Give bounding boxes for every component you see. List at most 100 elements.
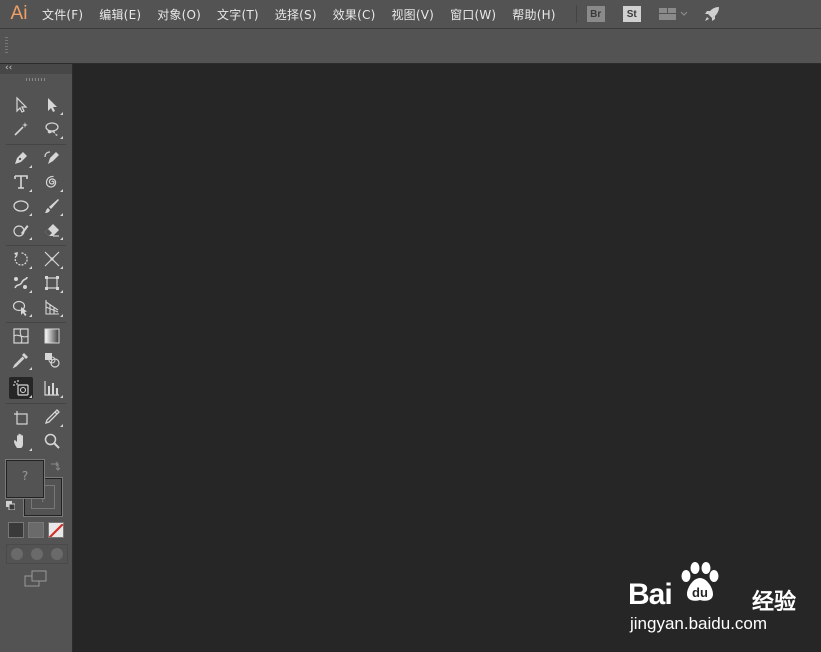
menu-edit[interactable]: 编辑(E) bbox=[99, 6, 141, 23]
gradient-tool[interactable] bbox=[40, 325, 64, 347]
eyedropper-tool-icon bbox=[12, 353, 28, 369]
lasso-tool[interactable] bbox=[40, 118, 64, 140]
perspective-grid-tool[interactable] bbox=[40, 296, 64, 318]
menu-effect[interactable]: 效果(C) bbox=[333, 6, 376, 23]
slice-tool-icon bbox=[44, 409, 60, 425]
perspective-grid-tool-icon bbox=[45, 300, 59, 315]
artboard-tool[interactable] bbox=[9, 406, 33, 428]
toolbox-divider bbox=[6, 403, 66, 404]
column-graph-tool[interactable] bbox=[40, 377, 64, 399]
ellipse-tool-icon bbox=[13, 200, 29, 212]
menu-file[interactable]: 文件(F) bbox=[42, 6, 83, 23]
blend-tool-icon bbox=[45, 353, 60, 368]
toolbox-collapse-button[interactable]: ‹‹ bbox=[5, 62, 12, 74]
gradient-mode-button[interactable] bbox=[28, 522, 44, 538]
swap-fill-stroke-icon[interactable] bbox=[49, 460, 61, 472]
app-logo: Ai bbox=[10, 3, 28, 24]
shape-builder-tool-icon bbox=[12, 300, 27, 316]
toolbox-divider bbox=[6, 245, 66, 246]
direct-selection-tool[interactable] bbox=[40, 94, 64, 116]
mesh-tool[interactable] bbox=[9, 325, 33, 347]
zoom-tool-icon bbox=[44, 433, 60, 449]
rocket-icon[interactable] bbox=[703, 5, 721, 23]
selection-tool-icon bbox=[16, 96, 28, 113]
shaper-tool[interactable] bbox=[9, 219, 33, 241]
screen-mode-icon[interactable] bbox=[24, 570, 48, 588]
svg-text:du: du bbox=[692, 585, 708, 600]
menu-object[interactable]: 对象(O) bbox=[157, 6, 201, 23]
ellipse-tool[interactable] bbox=[9, 195, 33, 217]
watermark-brand-cn: 经验 bbox=[752, 590, 797, 615]
menu-bar: Ai 文件(F) 编辑(E) 对象(O) 文字(T) 选择(S) 效果(C) 视… bbox=[0, 0, 821, 29]
column-graph-tool-icon bbox=[44, 381, 59, 396]
slice-tool[interactable] bbox=[40, 406, 64, 428]
watermark-url: jingyan.baidu.com bbox=[630, 614, 768, 633]
type-tool-icon bbox=[14, 175, 28, 189]
mesh-tool-icon bbox=[13, 328, 29, 344]
rotate-tool-icon bbox=[14, 252, 28, 266]
eraser-tool[interactable] bbox=[40, 219, 64, 241]
paintbrush-tool-icon bbox=[45, 199, 59, 213]
control-bar bbox=[0, 29, 821, 64]
toolbox-divider bbox=[6, 144, 66, 145]
eyedropper-tool[interactable] bbox=[9, 349, 33, 371]
fill-placeholder: ? bbox=[21, 469, 29, 483]
menu-separator bbox=[575, 5, 577, 23]
pen-tool[interactable] bbox=[9, 147, 33, 169]
drawing-modes bbox=[6, 544, 68, 564]
puppet-warp-tool-icon bbox=[14, 276, 28, 289]
toolbox-header: ‹‹ bbox=[0, 62, 72, 74]
menu-view[interactable]: 视图(V) bbox=[391, 6, 434, 23]
artboard-tool-icon bbox=[14, 411, 28, 425]
curvature-tool[interactable] bbox=[40, 147, 64, 169]
menu-help[interactable]: 帮助(H) bbox=[512, 6, 555, 23]
rotate-tool[interactable] bbox=[9, 248, 33, 270]
symbol-sprayer-tool[interactable] bbox=[9, 377, 33, 399]
hand-tool[interactable] bbox=[9, 430, 33, 452]
watermark-brand: Bai bbox=[628, 578, 673, 611]
draw-normal-icon[interactable] bbox=[11, 548, 23, 560]
shape-builder-tool[interactable] bbox=[9, 296, 33, 318]
workspace-switcher[interactable] bbox=[658, 7, 687, 21]
none-mode-button[interactable] bbox=[48, 522, 64, 538]
workspace-layout-icon bbox=[658, 8, 687, 20]
toolbox-grip[interactable] bbox=[26, 78, 46, 81]
type-tool[interactable] bbox=[9, 171, 33, 193]
zoom-tool[interactable] bbox=[40, 430, 64, 452]
toolbox: ‹‹ ? ? bbox=[0, 62, 73, 652]
bridge-button[interactable]: Br bbox=[586, 6, 605, 22]
spiral-tool-icon bbox=[45, 175, 57, 188]
watermark: du Bai 经验 jingyan.baidu.com bbox=[628, 560, 818, 640]
main-menu: 文件(F) 编辑(E) 对象(O) 文字(T) 选择(S) 效果(C) 视图(V… bbox=[42, 6, 572, 23]
puppet-warp-tool[interactable] bbox=[9, 272, 33, 294]
gradient-tool-icon bbox=[44, 328, 60, 344]
menu-type[interactable]: 文字(T) bbox=[217, 6, 259, 23]
free-transform-tool-icon bbox=[45, 276, 59, 290]
blend-tool[interactable] bbox=[40, 349, 64, 371]
selection-tool[interactable] bbox=[9, 94, 33, 116]
draw-inside-icon[interactable] bbox=[51, 548, 63, 560]
direct-selection-tool-icon bbox=[48, 98, 57, 112]
fill-swatch[interactable]: ? bbox=[5, 459, 45, 499]
free-transform-tool[interactable] bbox=[40, 272, 64, 294]
spiral-tool[interactable] bbox=[40, 171, 64, 193]
magic-wand-tool-icon bbox=[14, 122, 28, 136]
paw-logo: du bbox=[681, 562, 719, 601]
paintbrush-tool[interactable] bbox=[40, 195, 64, 217]
control-bar-grip[interactable] bbox=[5, 37, 8, 55]
color-mode-button[interactable] bbox=[8, 522, 24, 538]
lasso-tool-icon bbox=[45, 122, 59, 136]
draw-behind-icon[interactable] bbox=[31, 548, 43, 560]
default-colors-icon[interactable] bbox=[6, 501, 15, 510]
curvature-tool-icon bbox=[44, 151, 59, 164]
menu-window[interactable]: 窗口(W) bbox=[450, 6, 496, 23]
pen-tool-icon bbox=[15, 152, 27, 164]
eraser-tool-icon bbox=[45, 224, 59, 237]
width-tool[interactable] bbox=[40, 248, 64, 270]
shaper-tool-icon bbox=[13, 225, 29, 237]
stock-button[interactable]: St bbox=[622, 6, 641, 22]
menu-select[interactable]: 选择(S) bbox=[275, 6, 317, 23]
width-tool-icon bbox=[44, 251, 60, 267]
magic-wand-tool[interactable] bbox=[9, 118, 33, 140]
hand-tool-icon bbox=[14, 433, 23, 448]
